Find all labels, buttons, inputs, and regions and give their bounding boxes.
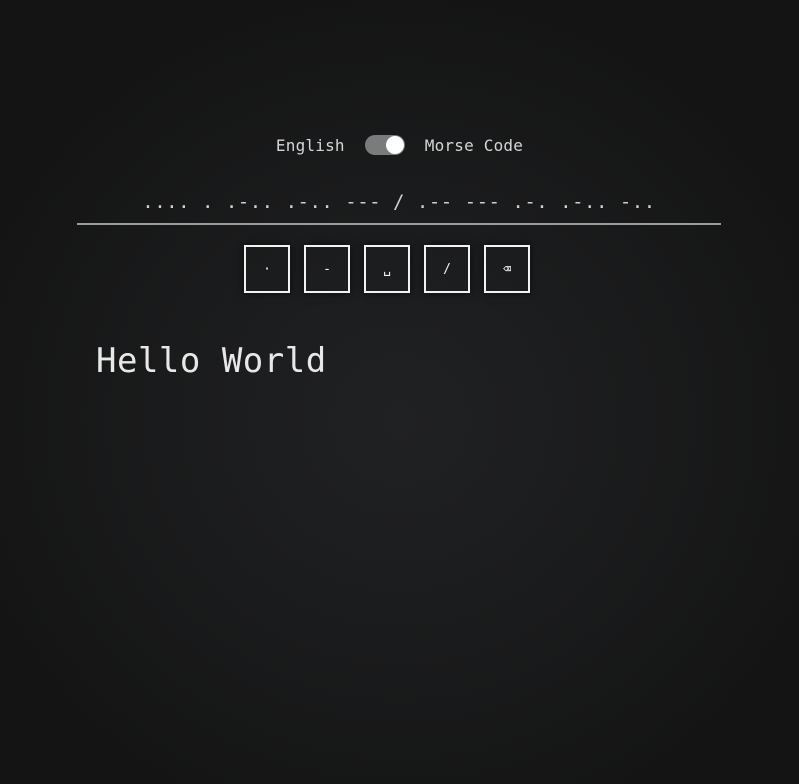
- switch-knob: [385, 136, 404, 154]
- english-label[interactable]: English: [276, 136, 345, 155]
- mode-toggle-row: English Morse Code: [0, 132, 799, 158]
- translation-output: Hello World: [96, 341, 327, 381]
- mode-switch[interactable]: [364, 135, 405, 155]
- dash-key[interactable]: -: [304, 245, 350, 293]
- word-separator-key[interactable]: /: [424, 245, 470, 293]
- morse-input[interactable]: [77, 181, 721, 225]
- morse-code-label[interactable]: Morse Code: [425, 136, 523, 155]
- space-key[interactable]: ␣: [364, 245, 410, 293]
- morse-keypad: · - ␣ / ⌫: [244, 245, 530, 293]
- dot-key[interactable]: ·: [244, 245, 290, 293]
- backspace-key[interactable]: ⌫: [484, 245, 530, 293]
